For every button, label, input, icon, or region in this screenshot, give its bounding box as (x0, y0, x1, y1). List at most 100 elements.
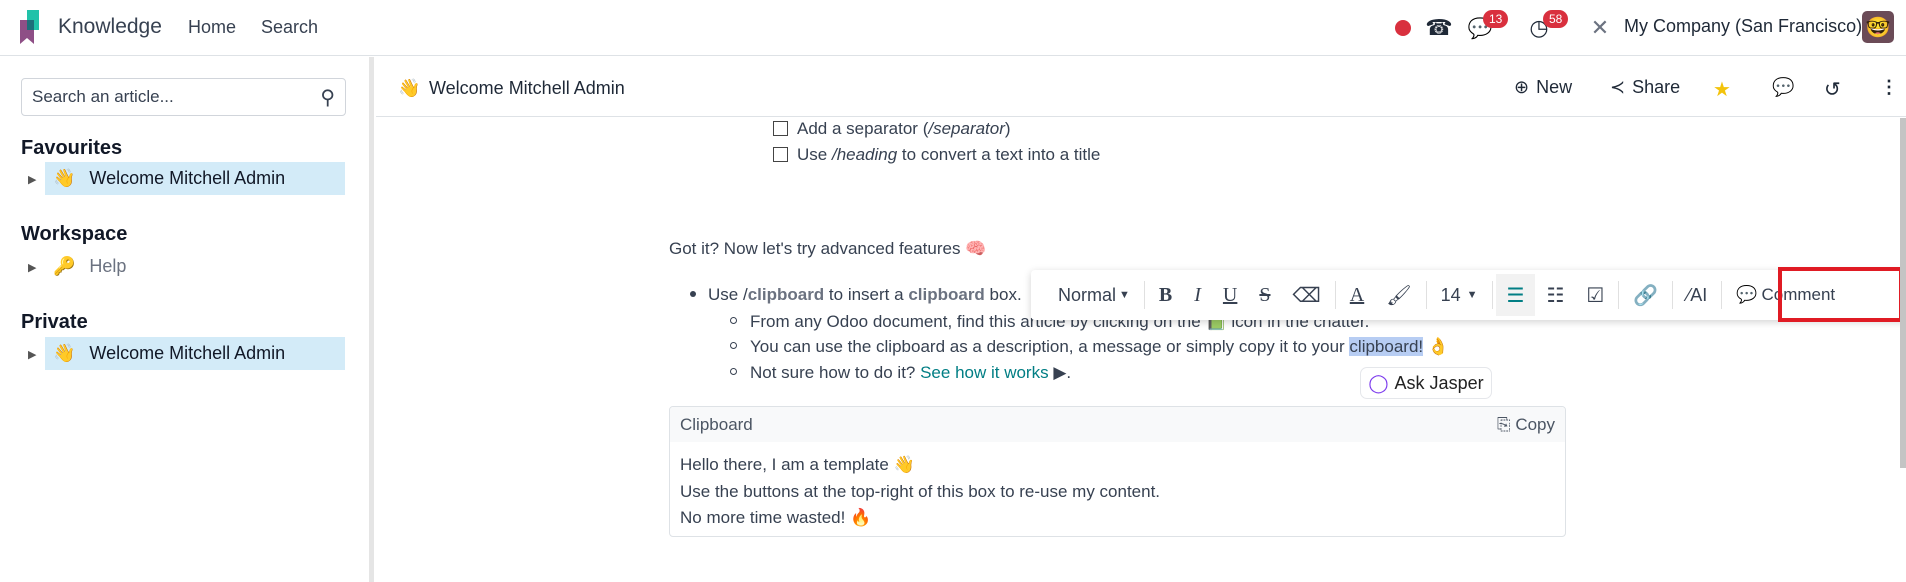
text-format-toolbar: Normal ▼ B I U S ⌫ A 🖌 14 ▼ ☰ ☷ ☑ 🔗 ⁄ AI 💬 C… (1031, 270, 1906, 320)
text: to insert a (824, 285, 909, 304)
article-icon[interactable]: 👋 (398, 78, 420, 99)
caret-right-icon[interactable]: ▶ (28, 261, 36, 274)
strikethrough-button[interactable]: S (1248, 274, 1281, 316)
jasper-icon: ◯ (1368, 372, 1389, 393)
sidebar-item-private[interactable]: 👋 Welcome Mitchell Admin (45, 337, 345, 370)
text: Add a separator ( (797, 119, 929, 138)
checkbox[interactable] (773, 121, 788, 136)
ai-label: AI (1690, 284, 1708, 305)
clipboard-box: Clipboard ⎘ Copy Hello there, I am a temp… (669, 406, 1566, 537)
bold-button[interactable]: B (1148, 274, 1183, 316)
tools-icon[interactable]: ✕ (1586, 14, 1614, 42)
top-navbar: Knowledge Home Search ☎ 💬 13 ◷ 58 ✕ My C… (0, 0, 1906, 56)
article-search-input[interactable]: Search an article... ⚲ (21, 78, 346, 116)
checklist-icon[interactable]: ☑ (1575, 274, 1615, 316)
style-label: Normal (1058, 284, 1117, 305)
search-icon[interactable]: ⚲ (320, 85, 335, 110)
favourite-star-icon[interactable]: ★ (1713, 77, 1731, 102)
messages-badge: 13 (1483, 10, 1509, 28)
font-size-dropdown[interactable]: 14 ▼ (1430, 274, 1489, 316)
clipboard-line: No more time wasted! 🔥 (680, 508, 872, 527)
share-icon: ≺ (1610, 77, 1626, 97)
history-icon[interactable]: ↺ (1824, 77, 1841, 102)
section-private: Private (21, 311, 88, 333)
selected-text[interactable]: clipboard! (1349, 337, 1424, 356)
status-dot-icon[interactable] (1395, 20, 1411, 36)
ai-button[interactable]: ⁄ AI (1676, 274, 1718, 316)
copy-button[interactable]: ⎘ Copy (1497, 415, 1555, 435)
font-size-label: 14 (1440, 284, 1461, 305)
numbered-list-icon[interactable]: ☷ (1535, 274, 1575, 316)
link-icon[interactable]: 🔗 (1622, 274, 1669, 316)
item-label: Help (89, 256, 127, 276)
text: 👌 (1423, 337, 1450, 356)
text: clipboard (908, 285, 985, 304)
share-button[interactable]: ≺ Share (1610, 77, 1680, 98)
caret-down-icon: ▼ (1119, 289, 1130, 301)
sidebar-resize-handle[interactable] (369, 57, 374, 582)
company-switcher[interactable]: My Company (San Francisco) (1624, 16, 1862, 37)
caret-right-icon[interactable]: ▶ (28, 173, 36, 186)
advanced-paragraph: Got it? Now let's try advanced features … (669, 239, 987, 258)
bullet-list-icon[interactable]: ☰ (1495, 274, 1536, 316)
text: /heading (831, 145, 898, 164)
text: Not sure how to do it? (750, 363, 921, 382)
new-button[interactable]: ⊕ New (1514, 77, 1572, 98)
search-placeholder: Search an article... (32, 87, 174, 106)
paintbrush-icon[interactable]: 🖌 (1375, 274, 1422, 316)
text: clipboard (747, 285, 825, 304)
sidebar-item-favourite[interactable]: 👋 Welcome Mitchell Admin (45, 162, 345, 195)
text: You can use the clipboard as a descripti… (750, 337, 1350, 356)
paragraph-style-dropdown[interactable]: Normal ▼ (1047, 274, 1141, 316)
copy-icon: ⎘ (1496, 414, 1511, 434)
checklist-item[interactable]: Use /heading to convert a text into a ti… (773, 145, 1100, 165)
article-title[interactable]: Welcome Mitchell Admin (429, 78, 625, 99)
new-label: New (1536, 77, 1573, 97)
chatter-icon[interactable]: 💬 (1772, 77, 1794, 98)
highlight-box (1778, 267, 1903, 322)
knowledge-logo[interactable] (20, 10, 42, 44)
clipboard-line: Hello there, I am a template 👋 (680, 455, 915, 474)
caret-right-icon[interactable]: ▶ (28, 348, 36, 361)
item-label: Welcome Mitchell Admin (89, 168, 286, 188)
text: ▶. (1048, 363, 1072, 382)
italic-button[interactable]: I (1183, 274, 1212, 316)
text: to convert a text into a title (897, 145, 1101, 164)
jasper-label: Ask Jasper (1394, 372, 1484, 393)
text: Use (797, 145, 832, 164)
see-how-link[interactable]: See how it works (920, 363, 1049, 382)
caret-down-icon: ▼ (1466, 289, 1478, 301)
wave-icon: 👋 (53, 343, 76, 363)
content-scrollbar[interactable] (1900, 118, 1906, 468)
nav-home[interactable]: Home (188, 17, 236, 38)
bullet-item: Use /clipboard to insert a clipboard box… (690, 285, 1022, 305)
activities-badge: 58 (1543, 10, 1569, 28)
text: /separator (928, 119, 1005, 138)
ask-jasper-button[interactable]: ◯ Ask Jasper (1360, 367, 1492, 399)
text: ) (1004, 119, 1011, 138)
text: Use / (708, 285, 748, 304)
clipboard-line: Use the buttons at the top-right of this… (680, 481, 1161, 501)
sub-item: Not sure how to do it? See how it works … (730, 363, 1071, 383)
more-options-icon[interactable]: ⋮ (1880, 77, 1898, 98)
comment-icon: 💬 (1736, 285, 1758, 304)
checklist-item[interactable]: Add a separator (/separator) (773, 119, 1011, 139)
app-name[interactable]: Knowledge (58, 15, 162, 39)
phone-icon[interactable]: ☎ (1425, 14, 1453, 42)
plus-circle-icon: ⊕ (1514, 77, 1530, 97)
sidebar-item-help[interactable]: 🔑 Help (45, 250, 345, 283)
nav-search[interactable]: Search (261, 17, 318, 38)
underline-button[interactable]: U (1212, 274, 1248, 316)
eraser-icon[interactable]: ⌫ (1282, 274, 1332, 316)
key-icon: 🔑 (53, 256, 76, 276)
section-workspace: Workspace (21, 223, 128, 245)
font-color-button[interactable]: A (1339, 274, 1375, 316)
section-favourites: Favourites (21, 137, 123, 159)
clipboard-title: Clipboard (680, 414, 753, 434)
text: box. (984, 285, 1022, 304)
checkbox[interactable] (773, 147, 788, 162)
share-label: Share (1632, 77, 1681, 97)
copy-label: Copy (1515, 414, 1555, 434)
sub-item: You can use the clipboard as a descripti… (730, 337, 1449, 357)
user-avatar[interactable]: 🤓 (1862, 11, 1894, 43)
